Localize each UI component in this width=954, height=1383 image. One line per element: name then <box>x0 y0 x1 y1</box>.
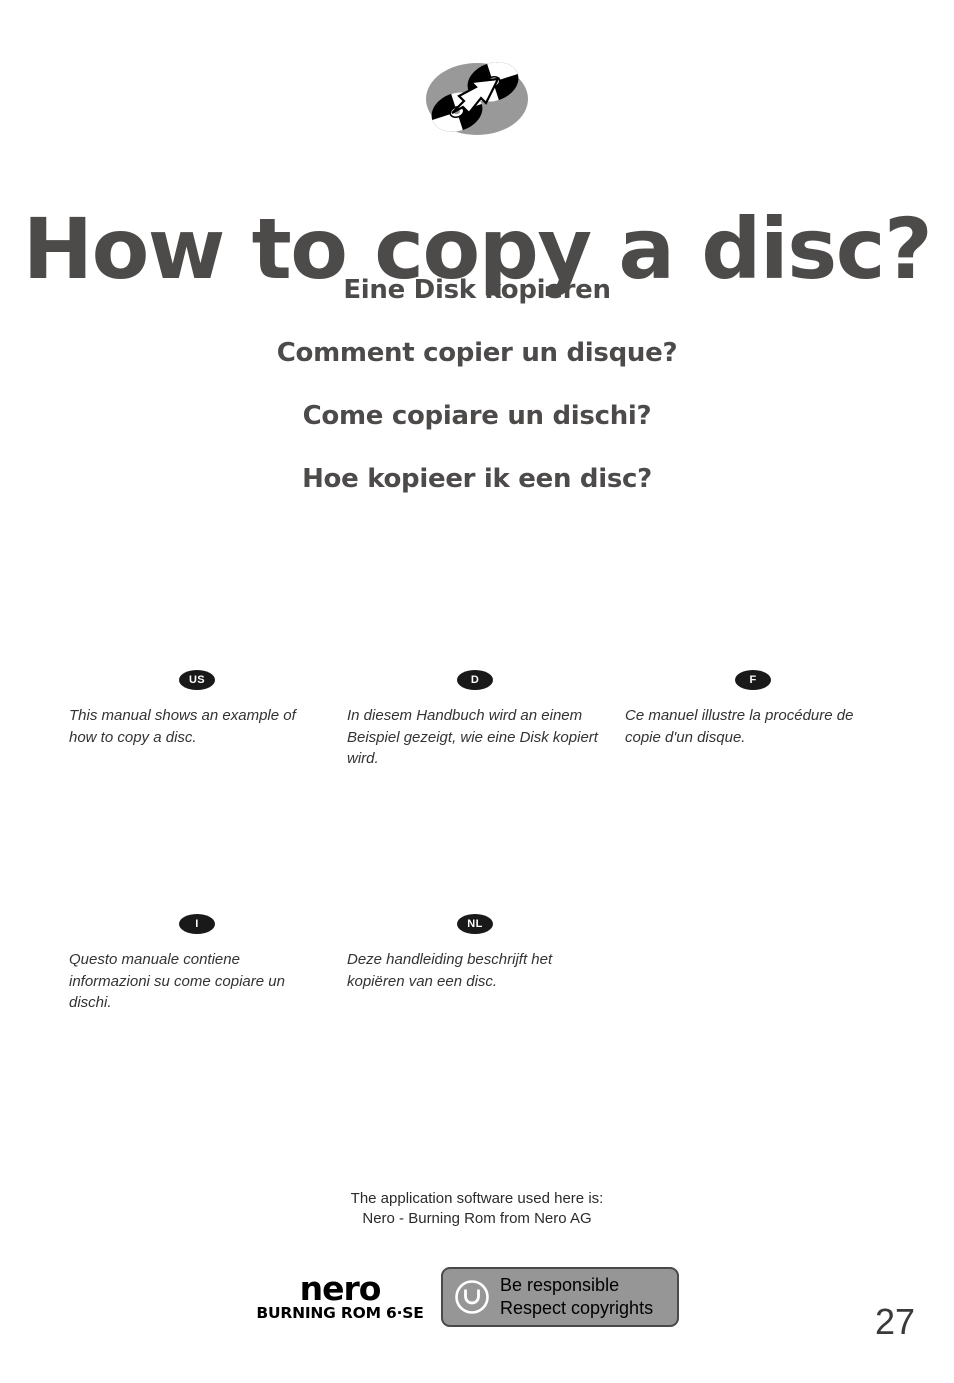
subtitle-list: Eine Disk kopieren Comment copier un dis… <box>0 275 954 527</box>
nero-logo: nero BURNING ROM 6·SE <box>250 1269 430 1322</box>
language-badge-fr: F <box>735 670 771 690</box>
language-block-it: I Questo manuale contiene informazioni s… <box>69 914 324 1029</box>
copyright-badge-line-2: Respect copyrights <box>500 1298 654 1318</box>
nero-logo-product: BURNING ROM 6·SE <box>256 1304 424 1322</box>
language-badge-us: US <box>179 670 215 690</box>
subtitle-fr: Comment copier un disque? <box>276 338 678 368</box>
language-block-nl: NL Deze handleiding beschrijft het kopië… <box>347 914 602 1007</box>
language-badge-nl: NL <box>457 914 493 934</box>
language-text-it: Questo manuale contiene informazioni su … <box>69 951 285 1011</box>
copyright-badge-line-1: Be responsible <box>500 1275 620 1295</box>
subtitle-nl: Hoe kopieer ik een disc? <box>302 464 652 494</box>
copy-disc-icon <box>424 57 530 141</box>
page-number: 27 <box>874 1301 916 1342</box>
subtitle-de: Eine Disk kopieren <box>343 275 611 305</box>
copyright-symbol-icon <box>454 1279 490 1315</box>
copyright-badge-text: Be responsible Respect copyrights <box>500 1274 653 1320</box>
app-note-line-2: Nero - Burning Rom from Nero AG <box>362 1210 592 1227</box>
language-text-de: In diesem Handbuch wird an einem Beispie… <box>347 707 598 767</box>
app-note-line-1: The application software used here is: <box>350 1190 604 1207</box>
language-block-us: US This manual shows an example of how t… <box>69 670 324 763</box>
subtitle-it: Come copiare un dischi? <box>302 401 652 431</box>
nero-logo-wordmark: nero <box>299 1269 382 1308</box>
respect-copyrights-badge: Be responsible Respect copyrights <box>441 1267 679 1327</box>
language-badge-it: I <box>179 914 215 934</box>
language-text-fr: Ce manuel illustre la procédure de copie… <box>625 707 854 746</box>
language-badge-de: D <box>457 670 493 690</box>
language-text-nl: Deze handleiding beschrijft het kopiëren… <box>347 951 553 990</box>
language-block-fr: F Ce manuel illustre la procédure de cop… <box>625 670 880 763</box>
language-text-us: This manual shows an example of how to c… <box>69 707 296 746</box>
application-software-note: The application software used here is: N… <box>0 1189 954 1229</box>
language-block-de: D In diesem Handbuch wird an einem Beisp… <box>347 670 602 785</box>
